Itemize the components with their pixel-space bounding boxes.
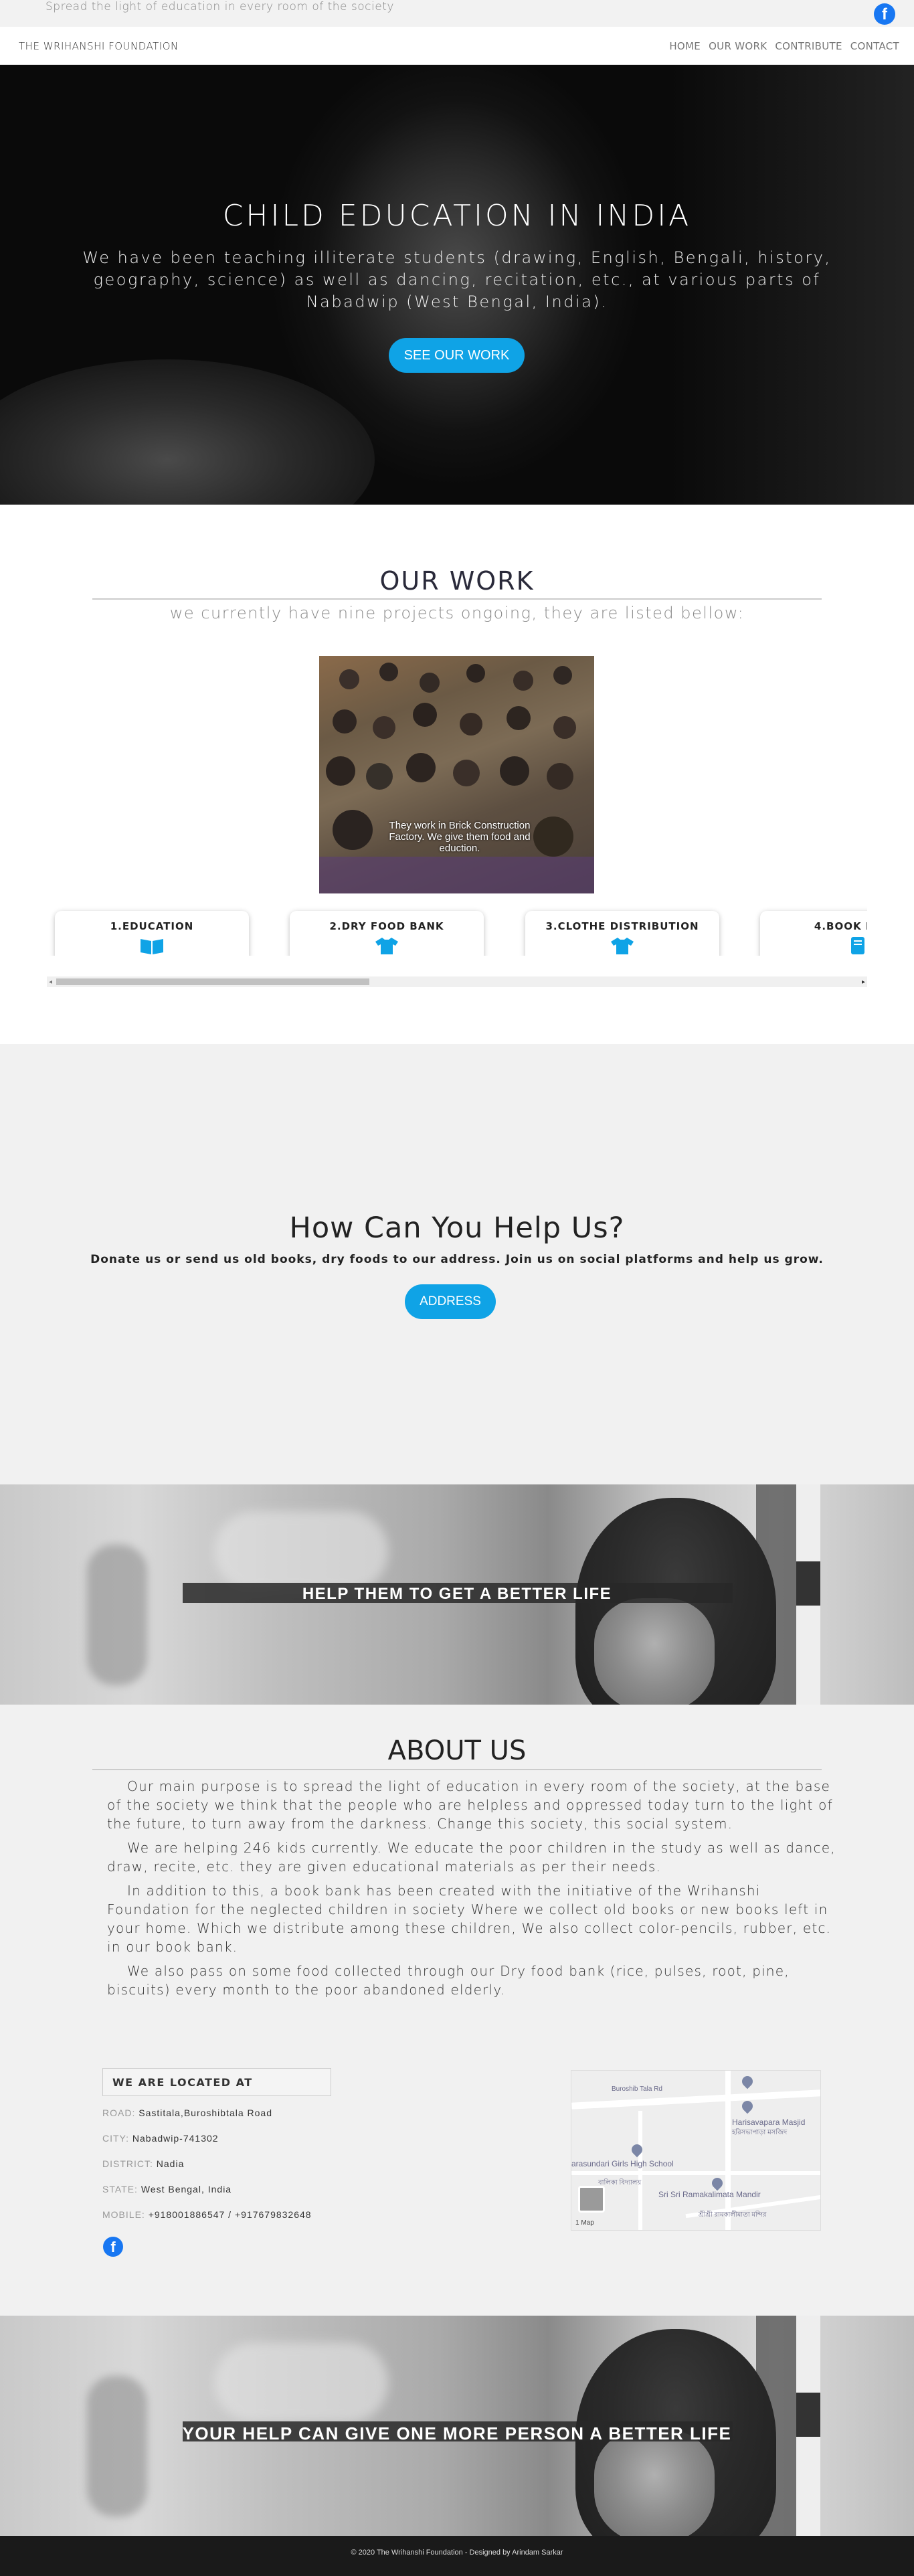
banner-help-them: HELP THEM TO GET A BETTER LIFE	[0, 1484, 914, 1705]
nav-contact[interactable]: CONTACT	[850, 40, 899, 52]
our-work-title: OUR WORK	[379, 566, 535, 596]
map-label: Sri Sri Ramakalimata Mandir	[658, 2190, 761, 2199]
address-district: DISTRICT: Nadia	[102, 2158, 185, 2169]
carousel-scrollbar[interactable]: ◂ ▸	[47, 976, 867, 987]
project-card-dry-food-bank[interactable]: 2.DRY FOOD BANK	[290, 911, 484, 956]
hero-text: We have been teaching illiterate student…	[82, 248, 832, 311]
divider	[92, 598, 822, 600]
facebook-icon[interactable]: f	[103, 2237, 123, 2257]
top-bar: Spread the light of education in every r…	[0, 0, 914, 27]
help-text: Donate us or send us old books, dry food…	[90, 1253, 824, 1266]
address-state: STATE: West Bengal, India	[102, 2184, 232, 2195]
card-label: 3.CLOTHE DISTRIBUTION	[545, 920, 699, 932]
see-our-work-button[interactable]: SEE OUR WORK	[389, 338, 525, 373]
project-card-book-bank[interactable]: 4.BOOK BANK	[760, 911, 867, 956]
card-label: 2.DRY FOOD BANK	[329, 920, 444, 932]
book-open-icon	[141, 939, 163, 954]
our-work-section: OUR WORK we currently have nine projects…	[0, 505, 914, 1044]
about-section: ABOUT US Our main purpose is to spread t…	[0, 1705, 914, 2316]
about-paragraph: We also pass on some food collected thro…	[107, 1963, 790, 1998]
background-blur	[214, 2342, 388, 2423]
nav-our-work[interactable]: OUR WORK	[709, 40, 767, 52]
address-block: ROAD: Sastitala,Buroshibtala Road CITY: …	[102, 2106, 437, 2233]
map-pin-icon	[739, 2073, 755, 2089]
map-road	[638, 2111, 642, 2230]
hero-title: CHILD EDUCATION IN INDIA	[222, 199, 692, 233]
background-figure	[87, 2376, 147, 2516]
scroll-right-icon[interactable]: ▸	[862, 978, 865, 986]
map-label: Harisavapara Masjid	[732, 2118, 806, 2127]
scroll-thumb[interactable]	[56, 978, 369, 985]
about-title: ABOUT US	[387, 1735, 527, 1766]
address-road: ROAD: Sastitala,Buroshibtala Road	[102, 2108, 273, 2118]
footer: © 2020 The Wrihanshi Foundation - Design…	[0, 2536, 914, 2576]
book-icon	[851, 937, 864, 954]
location-heading: WE ARE LOCATED AT	[112, 2076, 253, 2089]
banner-text: HELP THEM TO GET A BETTER LIFE	[302, 1585, 612, 1603]
location-map[interactable]: Buroshib Tala Rd Harisavapara Masjid হরি…	[571, 2070, 821, 2231]
help-section: How Can You Help Us? Donate us or send u…	[0, 1044, 914, 1484]
map-layer-thumbnail[interactable]	[578, 2186, 605, 2213]
tagline: Spread the light of education in every r…	[45, 0, 394, 13]
our-work-subtitle: we currently have nine projects ongoing,…	[169, 604, 745, 622]
location-heading-box: WE ARE LOCATED AT	[102, 2068, 331, 2096]
address-mobile: MOBILE: +918001886547 / +917679832648	[102, 2209, 312, 2220]
scroll-left-icon[interactable]: ◂	[49, 978, 52, 986]
card-label: 4.BOOK BANK	[814, 920, 867, 932]
project-card-clothe-distribution[interactable]: 3.CLOTHE DISTRIBUTION	[525, 911, 719, 956]
map-label: শ্রীশ্রী রামকালীমাতা মন্দির	[699, 2211, 767, 2219]
map-road	[725, 2071, 731, 2230]
nav-links: HOME OUR WORK CONTRIBUTE CONTACT	[669, 40, 899, 52]
about-paragraph: In addition to this, a book bank has bee…	[107, 1883, 832, 1955]
banner-text: YOUR HELP CAN GIVE ONE MORE PERSON A BET…	[182, 2423, 732, 2443]
map-mini-label: 1 Map	[575, 2219, 594, 2227]
photo-caption: They work in Brick Construction Factory.…	[389, 820, 531, 854]
about-paragraph: We are helping 246 kids currently. We ed…	[107, 1840, 836, 1875]
address-city: CITY: Nabadwip-741302	[102, 2133, 219, 2144]
nav-home[interactable]: HOME	[669, 40, 701, 52]
project-card-education[interactable]: 1.EDUCATION	[55, 911, 249, 956]
project-carousel[interactable]: 1.EDUCATION 2.DRY FOOD BANK 3.CLOTHE DIS…	[47, 906, 867, 956]
tshirt-icon	[375, 938, 398, 954]
nav-contribute[interactable]: CONTRIBUTE	[775, 40, 842, 52]
divider	[92, 1769, 822, 1770]
map-pin-icon	[739, 2098, 755, 2114]
address-button[interactable]: ADDRESS	[405, 1284, 496, 1319]
map-label: হরিসভাপাড়া মসজিদ	[732, 2129, 788, 2136]
brand-logo[interactable]: THE WRIHANSHI FOUNDATION	[19, 40, 179, 52]
help-title: How Can You Help Us?	[289, 1211, 625, 1245]
map-road	[571, 2089, 820, 2110]
map-pin-icon	[709, 2175, 725, 2191]
card-label: 1.EDUCATION	[110, 920, 194, 932]
footer-text: © 2020 The Wrihanshi Foundation - Design…	[351, 2549, 563, 2557]
banner-your-help: YOUR HELP CAN GIVE ONE MORE PERSON A BET…	[0, 2316, 914, 2536]
map-label: arasundari Girls High School	[571, 2159, 674, 2168]
map-label: Buroshib Tala Rd	[612, 2085, 662, 2093]
tshirt-icon	[611, 938, 634, 954]
facebook-icon[interactable]: f	[874, 3, 895, 25]
about-paragraph: Our main purpose is to spread the light …	[107, 1778, 833, 1832]
project-photo: They work in Brick Construction Factory.…	[319, 656, 594, 893]
map-road	[571, 2171, 820, 2175]
about-body: Our main purpose is to spread the light …	[107, 1777, 836, 2004]
hero-section: CHILD EDUCATION IN INDIA We have been te…	[0, 65, 914, 505]
man-face	[594, 1598, 715, 1705]
man-face	[594, 2429, 715, 2536]
background-blur	[214, 1511, 388, 1592]
background-figure	[87, 1545, 147, 1685]
navbar: THE WRIHANSHI FOUNDATION HOME OUR WORK C…	[0, 27, 914, 65]
